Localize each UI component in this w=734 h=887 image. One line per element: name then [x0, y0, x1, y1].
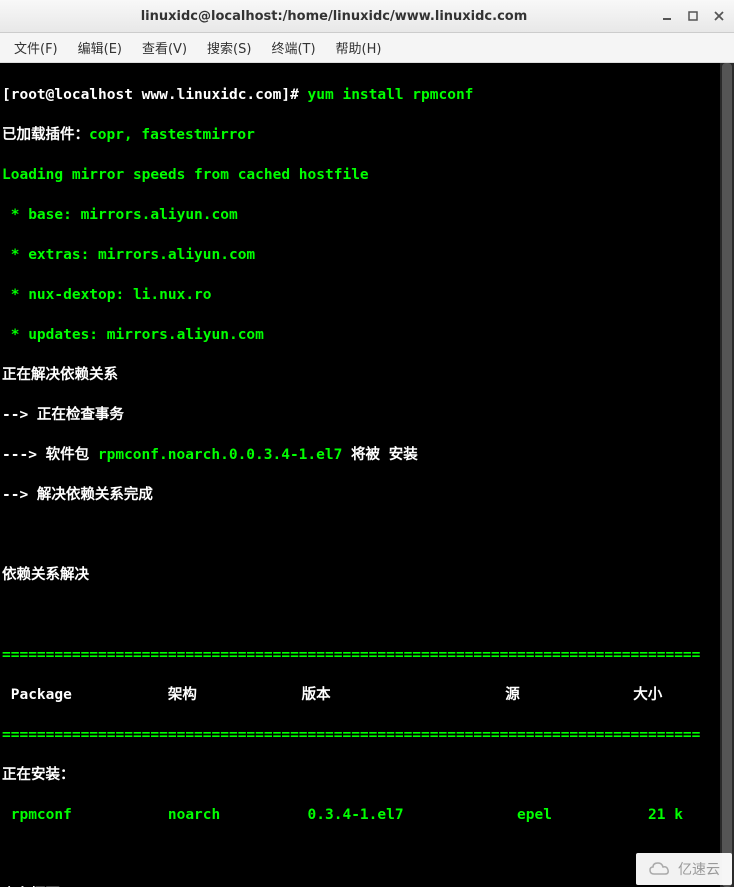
- empty-line: [2, 525, 732, 545]
- separator: ========================================…: [2, 725, 732, 745]
- window-title: linuxidc@localhost:/home/linuxidc/www.li…: [8, 9, 660, 24]
- output-line: 依赖关系解决: [2, 565, 732, 585]
- output-line: * nux-dextop: li.nux.ro: [2, 285, 732, 305]
- output-line: * extras: mirrors.aliyun.com: [2, 245, 732, 265]
- scrollbar-thumb[interactable]: [722, 63, 732, 887]
- menu-file[interactable]: 文件(F): [4, 35, 68, 60]
- table-row: rpmconf noarch 0.3.4-1.el7 epel 21 k: [2, 805, 732, 825]
- empty-line: [2, 605, 732, 625]
- output-text: copr, fastestmirror: [89, 127, 255, 143]
- menu-edit[interactable]: 编辑(E): [68, 35, 132, 60]
- output-line: * base: mirrors.aliyun.com: [2, 205, 732, 225]
- menu-help[interactable]: 帮助(H): [326, 35, 392, 60]
- output-line: * updates: mirrors.aliyun.com: [2, 325, 732, 345]
- watermark: 亿速云: [636, 853, 732, 885]
- output-line: 正在安装：: [2, 765, 732, 785]
- close-icon[interactable]: [712, 9, 726, 23]
- window-controls: [660, 9, 726, 23]
- menu-view[interactable]: 查看(V): [132, 35, 197, 60]
- separator: ========================================…: [2, 645, 732, 665]
- menubar: 文件(F) 编辑(E) 查看(V) 搜索(S) 终端(T) 帮助(H): [0, 33, 734, 63]
- prompt: [root@localhost www.linuxidc.com]#: [2, 87, 308, 103]
- cloud-icon: [648, 861, 672, 877]
- menu-terminal[interactable]: 终端(T): [261, 35, 325, 60]
- output-line: Loading mirror speeds from cached hostfi…: [2, 165, 732, 185]
- terminal-content: [root@localhost www.linuxidc.com]# yum i…: [2, 65, 732, 887]
- terminal[interactable]: [root@localhost www.linuxidc.com]# yum i…: [0, 63, 734, 887]
- output-line: 正在解决依赖关系: [2, 365, 732, 385]
- command: yum install rpmconf: [308, 87, 474, 103]
- maximize-icon[interactable]: [686, 9, 700, 23]
- output-text: 已加载插件：: [2, 127, 89, 143]
- output-text: 将被 安装: [342, 447, 417, 463]
- output-line: --> 正在检查事务: [2, 405, 732, 425]
- empty-line: [2, 845, 732, 865]
- output-text: ---> 软件包: [2, 447, 98, 463]
- scrollbar[interactable]: [720, 63, 734, 887]
- minimize-icon[interactable]: [660, 9, 674, 23]
- menu-search[interactable]: 搜索(S): [197, 35, 261, 60]
- output-line: --> 解决依赖关系完成: [2, 485, 732, 505]
- watermark-text: 亿速云: [678, 859, 720, 879]
- package-name: rpmconf.noarch.0.0.3.4-1.el7: [98, 447, 342, 463]
- table-header: Package 架构 版本 源 大小: [2, 685, 732, 705]
- titlebar: linuxidc@localhost:/home/linuxidc/www.li…: [0, 0, 734, 33]
